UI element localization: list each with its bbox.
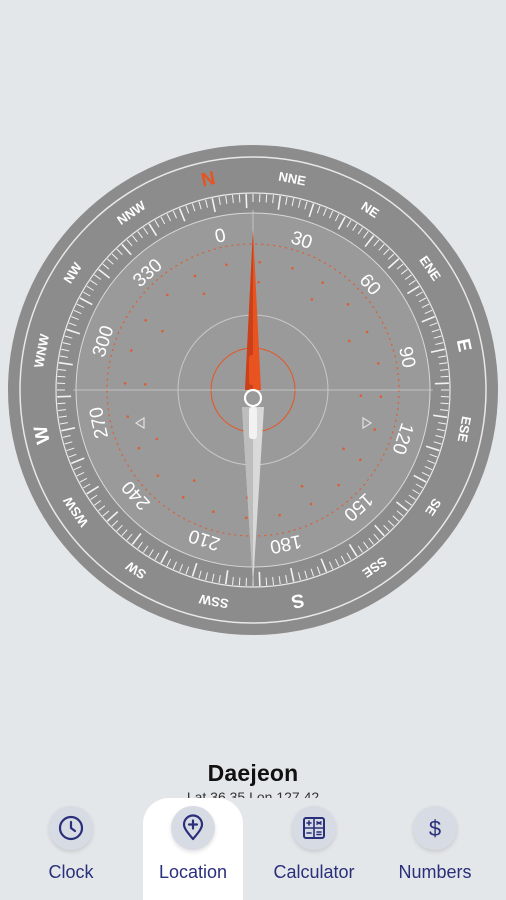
compass-dial: N NNE NE ENE E ESE SE SSE S SSW SW WSW W WNW NW NNW 0 30… [8, 145, 498, 635]
nav-tab-numbers[interactable]: $ Numbers [375, 798, 495, 900]
svg-text:$: $ [429, 816, 441, 841]
calculator-icon [292, 806, 336, 850]
location-pin-icon [171, 806, 215, 850]
coordinates-text: Lat 36.35 Lon 127.42 [186, 790, 320, 798]
nav-tab-location[interactable]: Location [133, 798, 253, 900]
clock-icon [49, 806, 93, 850]
degree-label-90: 90 [394, 345, 419, 370]
nav-label-numbers: Numbers [398, 862, 472, 882]
compass-center-pivot [243, 388, 263, 408]
nav-tab-calculator[interactable]: Calculator [254, 798, 374, 900]
dollar-icon: $ [413, 806, 457, 850]
location-name-block: Daejeon [0, 760, 506, 787]
nav-tab-clock[interactable]: Clock [11, 798, 131, 900]
nav-label-location: Location [158, 862, 228, 882]
nav-label-clock: Clock [48, 862, 94, 882]
coordinates-readout: Lat 36.35 Lon 127.42 [0, 790, 506, 798]
city-name: Daejeon [207, 760, 299, 786]
nav-label-calculator: Calculator [273, 862, 355, 882]
